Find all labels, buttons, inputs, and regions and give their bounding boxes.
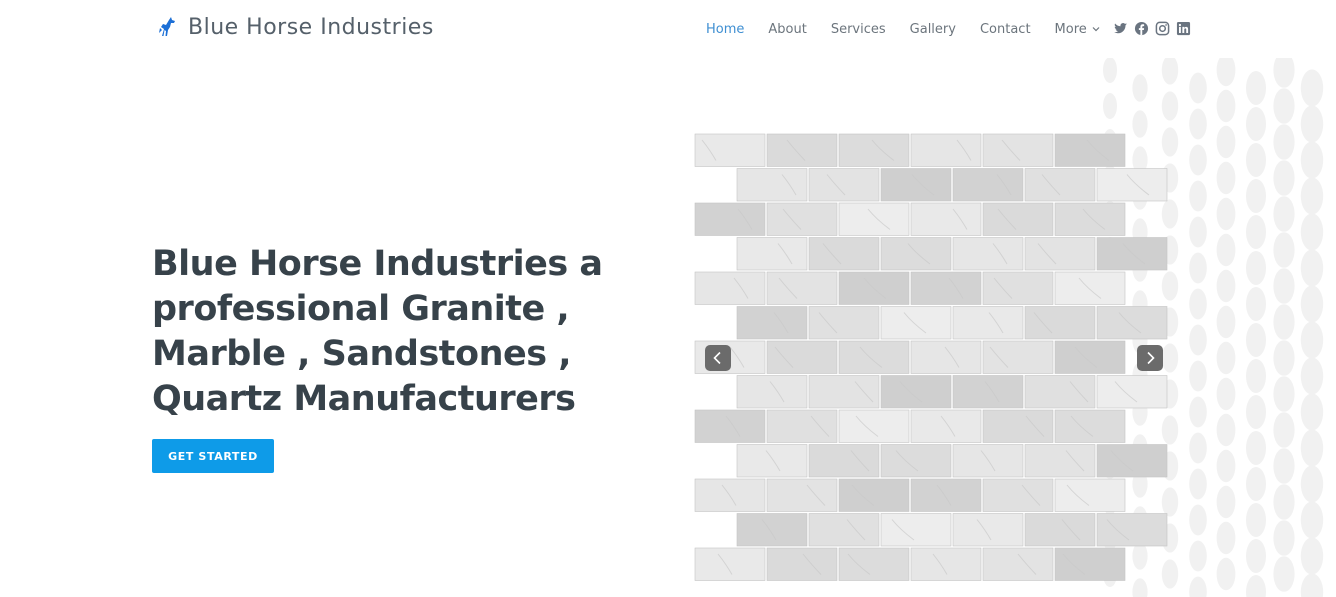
nav-home[interactable]: Home (706, 22, 744, 37)
slider-next-button[interactable] (1137, 345, 1163, 371)
page: Blue Horse Industries Home About Service… (0, 0, 1336, 597)
site-header: Blue Horse Industries Home About Service… (0, 0, 1336, 58)
marble-mosaic-image (694, 133, 1168, 581)
slider-prev-button[interactable] (705, 345, 731, 371)
nav-gallery[interactable]: Gallery (910, 22, 956, 37)
horse-icon (159, 17, 175, 36)
linkedin-icon[interactable] (1176, 21, 1191, 36)
chevron-right-icon (1147, 351, 1155, 365)
brand-name: Blue Horse Industries (188, 14, 434, 40)
instagram-icon[interactable] (1155, 21, 1170, 36)
hero-title: Blue Horse Industries a professional Gra… (152, 244, 603, 419)
social-links (1113, 19, 1191, 37)
nav-more[interactable]: More (1055, 22, 1101, 37)
image-slider (694, 133, 1176, 585)
brand-logo[interactable]: Blue Horse Industries (156, 12, 434, 42)
nav-contact[interactable]: Contact (980, 22, 1031, 37)
main-nav: Home About Services Gallery Contact More (706, 19, 1125, 39)
chevron-left-icon (713, 351, 721, 365)
facebook-icon[interactable] (1134, 21, 1149, 36)
nav-more-label: More (1054, 21, 1087, 37)
nav-services[interactable]: Services (831, 22, 886, 37)
chevron-down-icon (1092, 27, 1100, 32)
nav-about[interactable]: About (768, 22, 806, 37)
get-started-button[interactable]: GET STARTED (152, 439, 274, 473)
twitter-icon[interactable] (1113, 21, 1128, 36)
